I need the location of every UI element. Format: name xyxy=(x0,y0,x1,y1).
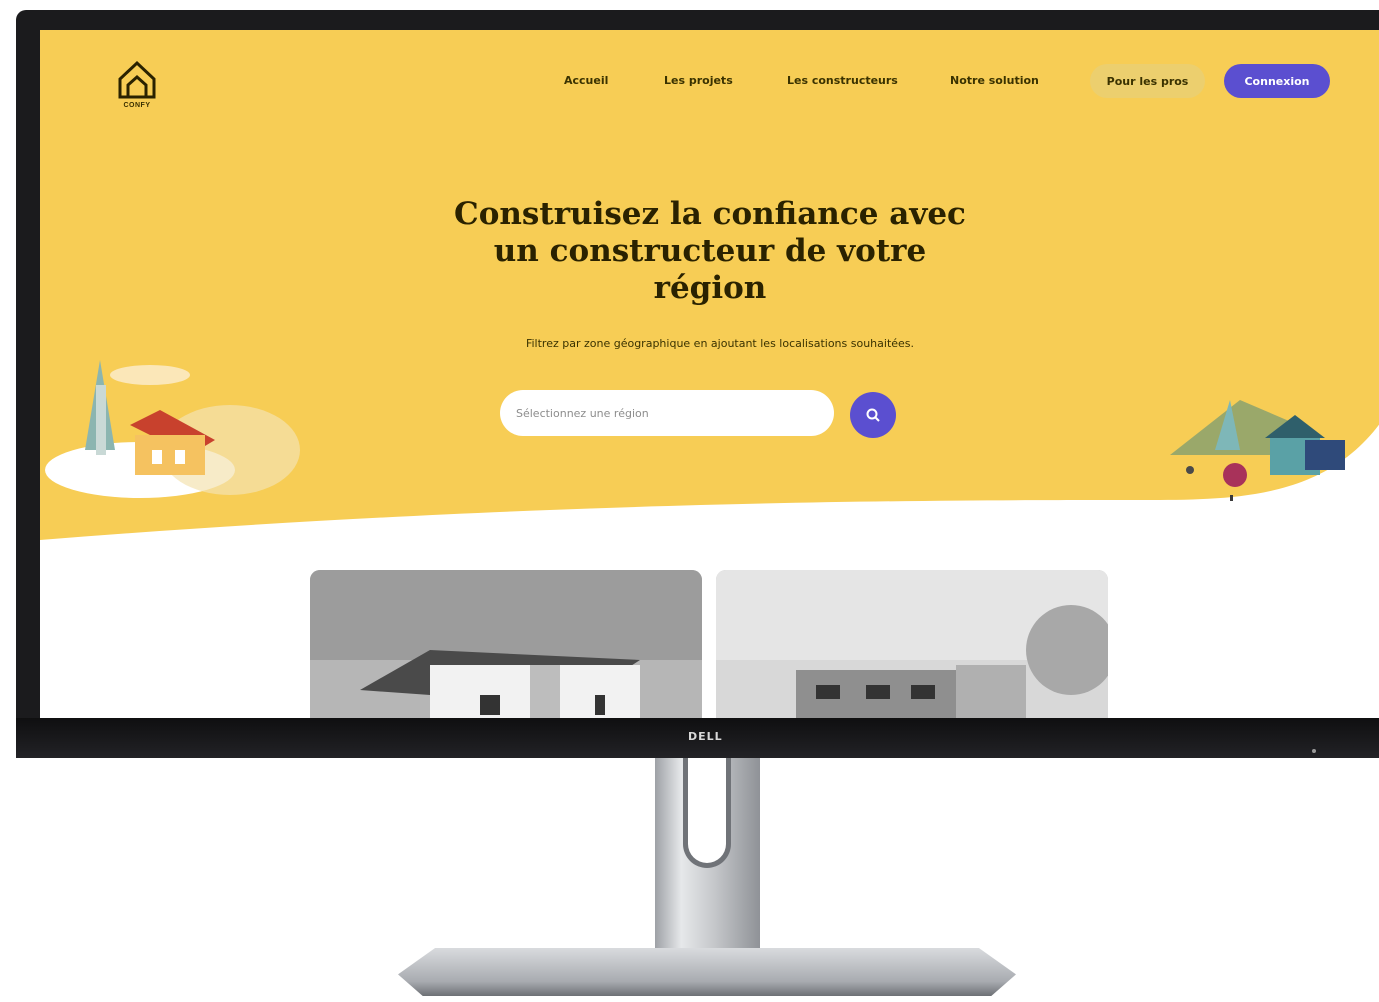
project-image xyxy=(310,570,702,728)
search-icon xyxy=(866,408,880,422)
project-card[interactable] xyxy=(716,570,1108,728)
nav-item-solution[interactable]: Notre solution xyxy=(950,74,1039,87)
power-indicator xyxy=(1312,749,1316,753)
nav-item-constructeurs[interactable]: Les constructeurs xyxy=(787,74,898,87)
hero-title: Construisez la confiance avec un constru… xyxy=(454,196,966,306)
logo-text: CONFY xyxy=(123,102,151,109)
project-image xyxy=(716,570,1108,728)
monitor-brand: DELL xyxy=(688,730,723,743)
screen: CONFY Accueil Les projets Les constructe… xyxy=(40,30,1379,728)
hero-background xyxy=(40,30,1379,540)
monitor-stand-slot xyxy=(683,758,731,868)
region-search-input[interactable] xyxy=(500,390,834,436)
connect-button[interactable]: Connexion xyxy=(1224,64,1330,98)
hero-section xyxy=(40,30,1379,590)
project-card[interactable] xyxy=(310,570,702,728)
nav-item-projets[interactable]: Les projets xyxy=(664,74,733,87)
pro-button[interactable]: Pour les pros xyxy=(1090,64,1205,98)
hero-subtitle: Filtrez par zone géographique en ajoutan… xyxy=(525,337,915,350)
monitor-stand-base xyxy=(398,948,1016,996)
search-button[interactable] xyxy=(850,392,896,438)
nav-item-accueil[interactable]: Accueil xyxy=(564,74,608,87)
